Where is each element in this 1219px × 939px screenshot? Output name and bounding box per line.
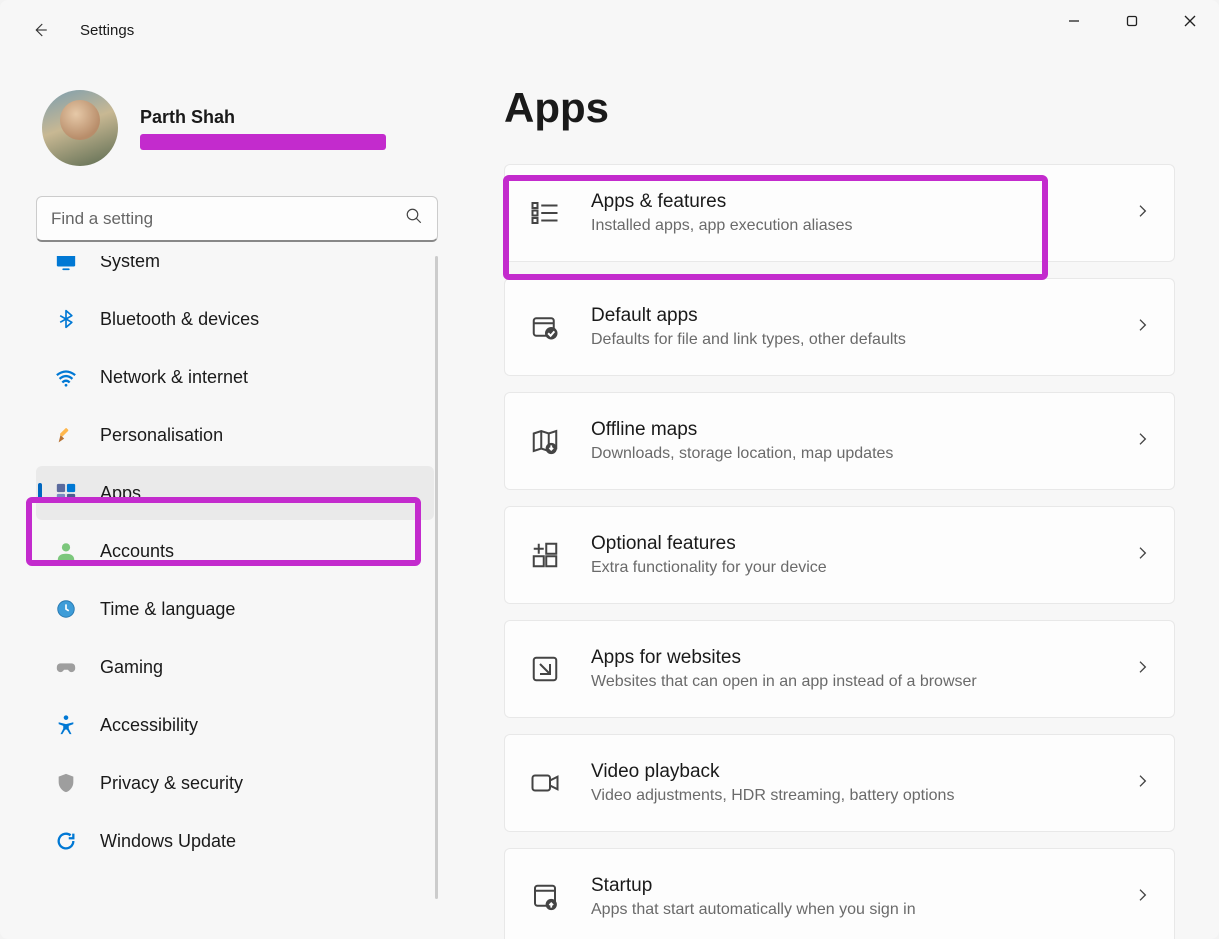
gaming-icon (54, 655, 78, 679)
sidebar-item-label: Windows Update (100, 831, 236, 852)
list-icon (529, 197, 561, 229)
scrollbar[interactable] (435, 256, 438, 899)
avatar (42, 90, 118, 166)
card-subtitle: Video adjustments, HDR streaming, batter… (591, 787, 1134, 805)
personalisation-icon (54, 423, 78, 447)
chevron-right-icon (1134, 887, 1150, 908)
card-apps-websites[interactable]: Apps for websites Websites that can open… (504, 620, 1175, 718)
update-icon (54, 829, 78, 853)
card-subtitle: Defaults for file and link types, other … (591, 331, 1134, 349)
sidebar-item-system[interactable]: System (36, 256, 434, 288)
active-indicator (38, 483, 42, 503)
startup-icon (529, 881, 561, 913)
card-title: Startup (591, 875, 1134, 897)
user-name: Parth Shah (140, 107, 386, 128)
page-title: Apps (504, 84, 1175, 132)
sidebar-item-label: Apps (100, 483, 141, 504)
sidebar-item-label: Privacy & security (100, 773, 243, 794)
web-icon (529, 653, 561, 685)
card-title: Default apps (591, 305, 1134, 327)
chevron-right-icon (1134, 773, 1150, 794)
accounts-icon (54, 539, 78, 563)
sidebar-item-label: Network & internet (100, 367, 248, 388)
back-button[interactable] (20, 10, 60, 50)
sidebar-item-privacy[interactable]: Privacy & security (36, 756, 434, 810)
sidebar-item-personalisation[interactable]: Personalisation (36, 408, 434, 462)
card-subtitle: Websites that can open in an app instead… (591, 673, 1134, 691)
card-default-apps[interactable]: Default apps Defaults for file and link … (504, 278, 1175, 376)
sidebar-item-label: Bluetooth & devices (100, 309, 259, 330)
user-block[interactable]: Parth Shah (36, 90, 438, 166)
sidebar-item-label: Gaming (100, 657, 163, 678)
card-subtitle: Extra functionality for your device (591, 559, 1134, 577)
sidebar-item-update[interactable]: Windows Update (36, 814, 434, 868)
video-icon (529, 767, 561, 799)
minimize-button[interactable] (1045, 0, 1103, 42)
close-button[interactable] (1161, 0, 1219, 42)
sidebar-item-accounts[interactable]: Accounts (36, 524, 434, 578)
time-icon (54, 597, 78, 621)
card-title: Video playback (591, 761, 1134, 783)
chevron-right-icon (1134, 659, 1150, 680)
card-startup[interactable]: Startup Apps that start automatically wh… (504, 848, 1175, 939)
accessibility-icon (54, 713, 78, 737)
sidebar-item-apps[interactable]: Apps (36, 466, 434, 520)
card-subtitle: Apps that start automatically when you s… (591, 901, 1134, 919)
maximize-button[interactable] (1103, 0, 1161, 42)
card-subtitle: Installed apps, app execution aliases (591, 217, 1134, 235)
chevron-right-icon (1134, 203, 1150, 224)
card-video-playback[interactable]: Video playback Video adjustments, HDR st… (504, 734, 1175, 832)
card-title: Apps & features (591, 191, 1134, 213)
card-subtitle: Downloads, storage location, map updates (591, 445, 1134, 463)
sidebar-item-label: Personalisation (100, 425, 223, 446)
card-title: Apps for websites (591, 647, 1134, 669)
card-apps-features[interactable]: Apps & features Installed apps, app exec… (504, 164, 1175, 262)
sidebar-item-label: Accessibility (100, 715, 198, 736)
sidebar-item-network[interactable]: Network & internet (36, 350, 434, 404)
optional-icon (529, 539, 561, 571)
sidebar-item-accessibility[interactable]: Accessibility (36, 698, 434, 752)
network-icon (54, 365, 78, 389)
sidebar-item-label: System (100, 256, 160, 272)
sidebar-item-gaming[interactable]: Gaming (36, 640, 434, 694)
privacy-icon (54, 771, 78, 795)
chevron-right-icon (1134, 317, 1150, 338)
default-icon (529, 311, 561, 343)
sidebar-item-label: Accounts (100, 541, 174, 562)
system-icon (54, 256, 78, 273)
bluetooth-icon (54, 307, 78, 331)
chevron-right-icon (1134, 545, 1150, 566)
search-icon (405, 207, 423, 230)
apps-icon (54, 481, 78, 505)
sidebar-item-label: Time & language (100, 599, 235, 620)
nav-list: System Bluetooth & devices Network & int… (36, 256, 438, 939)
window-title: Settings (80, 22, 134, 39)
sidebar-item-bluetooth[interactable]: Bluetooth & devices (36, 292, 434, 346)
card-optional-features[interactable]: Optional features Extra functionality fo… (504, 506, 1175, 604)
card-title: Optional features (591, 533, 1134, 555)
card-offline-maps[interactable]: Offline maps Downloads, storage location… (504, 392, 1175, 490)
chevron-right-icon (1134, 431, 1150, 452)
search-box[interactable] (36, 196, 438, 242)
search-input[interactable] (51, 209, 405, 229)
card-title: Offline maps (591, 419, 1134, 441)
titlebar: Settings (0, 0, 1219, 60)
sidebar-item-time[interactable]: Time & language (36, 582, 434, 636)
user-email-redacted (140, 134, 386, 150)
map-icon (529, 425, 561, 457)
